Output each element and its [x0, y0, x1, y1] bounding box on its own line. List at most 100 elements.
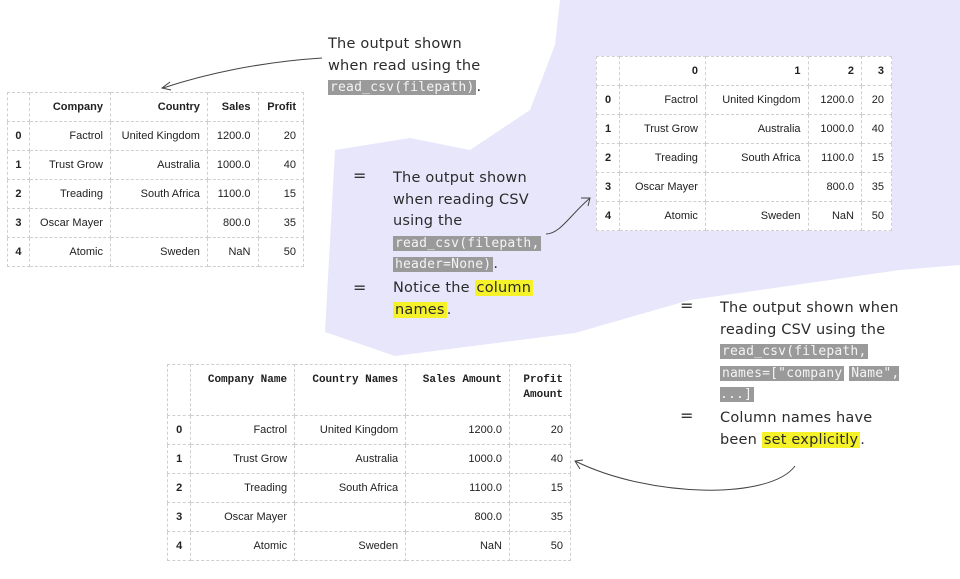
- table-cell: Trust Grow: [28, 150, 111, 180]
- table-cell: United Kingdom: [109, 121, 208, 151]
- table-row: 2 Treading South Africa 1100.0 15: [7, 179, 304, 209]
- table-no-header: 0 1 2 3 0 Factrol United Kingdom 1200.0 20 1…: [595, 56, 892, 231]
- column-header: Sales Amount: [405, 364, 510, 416]
- table-cell: Sweden: [109, 237, 208, 267]
- table-cell: Factrol: [190, 415, 296, 445]
- table-cell: 15: [509, 473, 571, 503]
- column-header: Company: [28, 92, 111, 122]
- row-index: 0: [7, 121, 30, 151]
- table-cell: Treading: [619, 143, 706, 173]
- table-row: 0 Factrol United Kingdom 1200.0 20: [595, 85, 892, 115]
- arrow-bottom: [574, 460, 796, 491]
- bullet-marker: =: [353, 278, 367, 297]
- note-header-none: The output shown when reading CSV using …: [393, 168, 543, 276]
- table-cell: 35: [509, 502, 571, 532]
- table-cell: 1200.0: [807, 85, 862, 115]
- row-index: 1: [595, 114, 621, 144]
- table-cell: 800.0: [206, 208, 259, 238]
- table-cell: NaN: [405, 531, 510, 561]
- column-header: Sales: [206, 92, 259, 122]
- table-cell: Atomic: [190, 531, 296, 561]
- row-index: 2: [7, 179, 30, 209]
- table-cell: Sweden: [294, 531, 407, 561]
- table-cell: Factrol: [28, 121, 111, 151]
- table-cell: 15: [257, 179, 304, 209]
- table-cell: Australia: [294, 444, 407, 474]
- table-cell: 20: [861, 85, 892, 115]
- table-row: 1 Trust Grow Australia 1000.0 40: [166, 444, 571, 474]
- table-cell: [294, 502, 407, 532]
- row-index: 1: [7, 150, 30, 180]
- table-cell: NaN: [206, 237, 259, 267]
- column-header: 1: [704, 56, 809, 86]
- table-cell: Oscar Mayer: [28, 208, 111, 238]
- table-cell: 1200.0: [405, 415, 510, 445]
- table-header-row: Company Country Sales Profit: [7, 92, 304, 122]
- column-header-index: [7, 92, 30, 122]
- table-cell: 1000.0: [405, 444, 510, 474]
- table-cell: 50: [861, 201, 892, 231]
- code-snippet: read_csv(filepath): [328, 80, 477, 95]
- table-cell: South Africa: [109, 179, 208, 209]
- table-cell: United Kingdom: [294, 415, 407, 445]
- code-snippet: names=["company: [720, 365, 845, 381]
- table-row: 0 Factrol United Kingdom 1200.0 20: [7, 121, 304, 151]
- table-cell: 1100.0: [405, 473, 510, 503]
- column-header: 2: [807, 56, 862, 86]
- table-cell: United Kingdom: [704, 85, 809, 115]
- bullet-marker: =: [680, 296, 694, 315]
- table-row: 0 Factrol United Kingdom 1200.0 20: [166, 415, 571, 445]
- note-tail: .: [860, 431, 866, 448]
- table-cell: Oscar Mayer: [619, 172, 706, 202]
- code-snippet: read_csv(filepath,: [720, 344, 869, 359]
- column-header-index: [166, 364, 192, 416]
- table-cell: [109, 208, 208, 238]
- table-cell: NaN: [807, 201, 862, 231]
- table-cell: 40: [257, 150, 304, 180]
- highlight-text: names: [393, 301, 447, 318]
- note-text: The output shown when read using the: [328, 36, 481, 74]
- highlight-text: set explicitly: [761, 431, 861, 448]
- table-cell: 1000.0: [206, 150, 259, 180]
- table-cell: 35: [257, 208, 304, 238]
- row-index: 2: [166, 473, 192, 503]
- table-cell: South Africa: [704, 143, 809, 173]
- highlight-text: column: [474, 280, 534, 296]
- table-cell: 1200.0: [206, 121, 259, 151]
- table-cell: 40: [509, 444, 571, 474]
- table-cell: 1100.0: [807, 143, 862, 173]
- table-row: 2 Treading South Africa 1100.0 15: [595, 143, 892, 173]
- row-index: 3: [166, 502, 192, 532]
- table-cell: Factrol: [619, 85, 706, 115]
- table-cell: 35: [861, 172, 892, 202]
- table-cell: [704, 172, 809, 202]
- table-row: 3 Oscar Mayer 800.0 35: [7, 208, 304, 238]
- table-header-row: 0 1 2 3: [595, 56, 892, 86]
- table-cell: Australia: [704, 114, 809, 144]
- row-index: 3: [595, 172, 621, 202]
- table-default-header: Company Country Sales Profit 0 Factrol Uni…: [7, 92, 304, 267]
- arrow-top: [162, 57, 323, 89]
- row-index: 4: [7, 237, 30, 267]
- column-header: Country: [109, 92, 208, 122]
- table-cell: Trust Grow: [190, 444, 296, 474]
- table-row: 1 Trust Grow Australia 1000.0 40: [7, 150, 304, 180]
- note-explicit-names: Column names have been set explicitly.: [720, 408, 890, 451]
- row-index: 0: [166, 415, 192, 445]
- note-column-names: Notice the column names.: [393, 278, 543, 321]
- table-row: 3 Oscar Mayer 800.0 35: [166, 502, 571, 532]
- row-index: 1: [166, 444, 192, 474]
- table-cell: 800.0: [807, 172, 862, 202]
- table-cell: 20: [257, 121, 304, 151]
- table-named-columns: Company Name Country Names Sales Amount …: [166, 364, 571, 561]
- column-header: 0: [619, 56, 706, 86]
- table-cell: Sweden: [704, 201, 809, 231]
- table-cell: 1000.0: [807, 114, 862, 144]
- table-cell: 1100.0: [206, 179, 259, 209]
- column-header-index: [595, 56, 621, 86]
- note-text: The output shown when reading CSV using …: [720, 300, 899, 338]
- note-tail: .: [476, 79, 482, 95]
- column-header: Profit: [257, 92, 304, 122]
- note-names-param: The output shown when reading CSV using …: [720, 298, 920, 406]
- code-snippet: read_csv(filepath,: [393, 235, 542, 251]
